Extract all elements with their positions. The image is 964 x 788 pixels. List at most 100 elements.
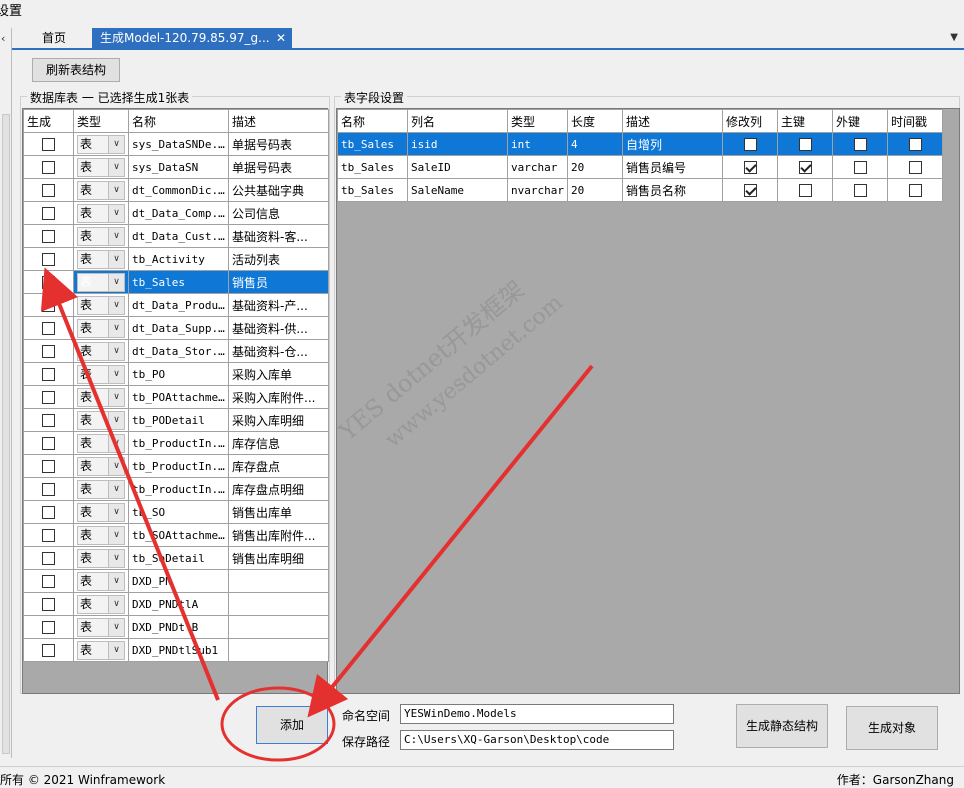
table-row[interactable]: 表 ∨ sys_DataSNDe... 单据号码表 <box>23 132 329 156</box>
checkbox[interactable] <box>42 184 55 197</box>
type-combobox[interactable]: 表 ∨ <box>77 180 125 200</box>
type-cell[interactable]: 表 ∨ <box>73 500 129 524</box>
checkbox[interactable] <box>743 184 757 197</box>
column-header[interactable]: 类型 <box>507 109 568 133</box>
type-combobox[interactable]: 表 ∨ <box>77 272 125 292</box>
generate-cell[interactable] <box>23 592 74 616</box>
chevron-down-icon[interactable]: ∨ <box>108 572 124 590</box>
type-combobox[interactable]: 表 ∨ <box>77 617 125 637</box>
checkbox[interactable] <box>42 345 55 358</box>
generate-static-structure-button[interactable]: 生成静态结构 <box>736 704 828 748</box>
checkbox[interactable] <box>42 207 55 220</box>
checkbox[interactable] <box>42 598 55 611</box>
type-combobox[interactable]: 表 ∨ <box>77 456 125 476</box>
checkbox[interactable] <box>853 184 867 197</box>
generate-cell[interactable] <box>23 316 74 340</box>
table-row[interactable]: 表 ∨ dt_Data_Supp... 基础资料-供... <box>23 316 329 340</box>
checkbox[interactable] <box>42 299 55 312</box>
checkbox[interactable] <box>42 276 55 289</box>
type-cell[interactable]: 表 ∨ <box>73 523 129 547</box>
table-row[interactable]: 表 ∨ dt_CommonDic... 公共基础字典 <box>23 178 329 202</box>
checkbox[interactable] <box>798 184 812 197</box>
type-cell[interactable]: 表 ∨ <box>73 224 129 248</box>
column-header[interactable]: 时间戳 <box>887 109 943 133</box>
table-row[interactable]: 表 ∨ tb_SoDetail 销售出库明细 <box>23 546 329 570</box>
generate-cell[interactable] <box>23 500 74 524</box>
chevron-down-icon[interactable]: ∨ <box>108 273 124 291</box>
checkbox[interactable] <box>743 138 757 151</box>
field-fk-cell[interactable] <box>832 132 888 156</box>
chevron-down-icon[interactable]: ∨ <box>108 549 124 567</box>
table-row[interactable]: 表 ∨ DXD_PNDtlSub1 <box>23 638 329 662</box>
type-cell[interactable]: 表 ∨ <box>73 477 129 501</box>
table-row[interactable]: tb_Sales isid int 4 自增列 <box>337 132 943 156</box>
type-cell[interactable]: 表 ∨ <box>73 155 129 179</box>
column-header[interactable]: 列名 <box>407 109 508 133</box>
type-combobox[interactable]: 表 ∨ <box>77 364 125 384</box>
chevron-down-icon[interactable]: ∨ <box>108 158 124 176</box>
type-combobox[interactable]: 表 ∨ <box>77 134 125 154</box>
generate-cell[interactable] <box>23 477 74 501</box>
table-row[interactable]: 表 ∨ DXD_PN <box>23 569 329 593</box>
table-row[interactable]: 表 ∨ tb_Sales 销售员 <box>23 270 329 294</box>
type-cell[interactable]: 表 ∨ <box>73 316 129 340</box>
chevron-down-icon[interactable]: ∨ <box>108 296 124 314</box>
checkbox[interactable] <box>42 322 55 335</box>
table-row[interactable]: 表 ∨ tb_ProductIn... 库存信息 <box>23 431 329 455</box>
type-cell[interactable]: 表 ∨ <box>73 408 129 432</box>
type-cell[interactable]: 表 ∨ <box>73 362 129 386</box>
chevron-down-icon[interactable]: ▼ <box>950 32 958 43</box>
checkbox[interactable] <box>42 253 55 266</box>
chevron-down-icon[interactable]: ∨ <box>108 181 124 199</box>
table-row[interactable]: 表 ∨ tb_SO 销售出库单 <box>23 500 329 524</box>
checkbox[interactable] <box>42 621 55 634</box>
chevron-down-icon[interactable]: ∨ <box>108 365 124 383</box>
type-combobox[interactable]: 表 ∨ <box>77 387 125 407</box>
checkbox[interactable] <box>42 437 55 450</box>
type-combobox[interactable]: 表 ∨ <box>77 157 125 177</box>
column-header[interactable]: 名称 <box>128 109 229 133</box>
table-row[interactable]: 表 ∨ DXD_PNDtlA <box>23 592 329 616</box>
generate-cell[interactable] <box>23 362 74 386</box>
checkbox[interactable] <box>42 575 55 588</box>
table-row[interactable]: 表 ∨ dt_Data_Stor... 基础资料-仓... <box>23 339 329 363</box>
table-row[interactable]: 表 ∨ tb_PODetail 采购入库明细 <box>23 408 329 432</box>
chevron-down-icon[interactable]: ∨ <box>108 227 124 245</box>
type-combobox[interactable]: 表 ∨ <box>77 548 125 568</box>
table-row[interactable]: tb_Sales SaleName nvarchar 20 销售员名称 <box>337 178 943 202</box>
generate-cell[interactable] <box>23 247 74 271</box>
generate-cell[interactable] <box>23 293 74 317</box>
type-cell[interactable]: 表 ∨ <box>73 178 129 202</box>
checkbox[interactable] <box>42 368 55 381</box>
generate-cell[interactable] <box>23 270 74 294</box>
chevron-down-icon[interactable]: ∨ <box>108 388 124 406</box>
type-combobox[interactable]: 表 ∨ <box>77 249 125 269</box>
type-combobox[interactable]: 表 ∨ <box>77 433 125 453</box>
generate-cell[interactable] <box>23 201 74 225</box>
table-row[interactable]: 表 ∨ tb_ProductIn... 库存盘点 <box>23 454 329 478</box>
checkbox[interactable] <box>42 391 55 404</box>
field-pk-cell[interactable] <box>777 132 833 156</box>
column-header[interactable]: 外键 <box>832 109 888 133</box>
generate-cell[interactable] <box>23 385 74 409</box>
save-path-input[interactable]: C:\Users\XQ-Garson\Desktop\code <box>400 730 674 750</box>
type-cell[interactable]: 表 ∨ <box>73 454 129 478</box>
generate-cell[interactable] <box>23 132 74 156</box>
type-combobox[interactable]: 表 ∨ <box>77 640 125 660</box>
chevron-down-icon[interactable]: ∨ <box>108 250 124 268</box>
column-header[interactable]: 修改列 <box>722 109 778 133</box>
chevron-down-icon[interactable]: ∨ <box>108 618 124 636</box>
column-header[interactable]: 描述 <box>622 109 723 133</box>
checkbox[interactable] <box>908 138 922 151</box>
checkbox[interactable] <box>42 230 55 243</box>
field-pk-cell[interactable] <box>777 155 833 179</box>
type-combobox[interactable]: 表 ∨ <box>77 318 125 338</box>
generate-cell[interactable] <box>23 546 74 570</box>
generate-cell[interactable] <box>23 339 74 363</box>
type-cell[interactable]: 表 ∨ <box>73 201 129 225</box>
generate-cell[interactable] <box>23 431 74 455</box>
close-icon[interactable]: ✕ <box>276 28 286 48</box>
refresh-structure-button[interactable]: 刷新表结构 <box>32 58 120 82</box>
checkbox[interactable] <box>853 161 867 174</box>
type-cell[interactable]: 表 ∨ <box>73 592 129 616</box>
